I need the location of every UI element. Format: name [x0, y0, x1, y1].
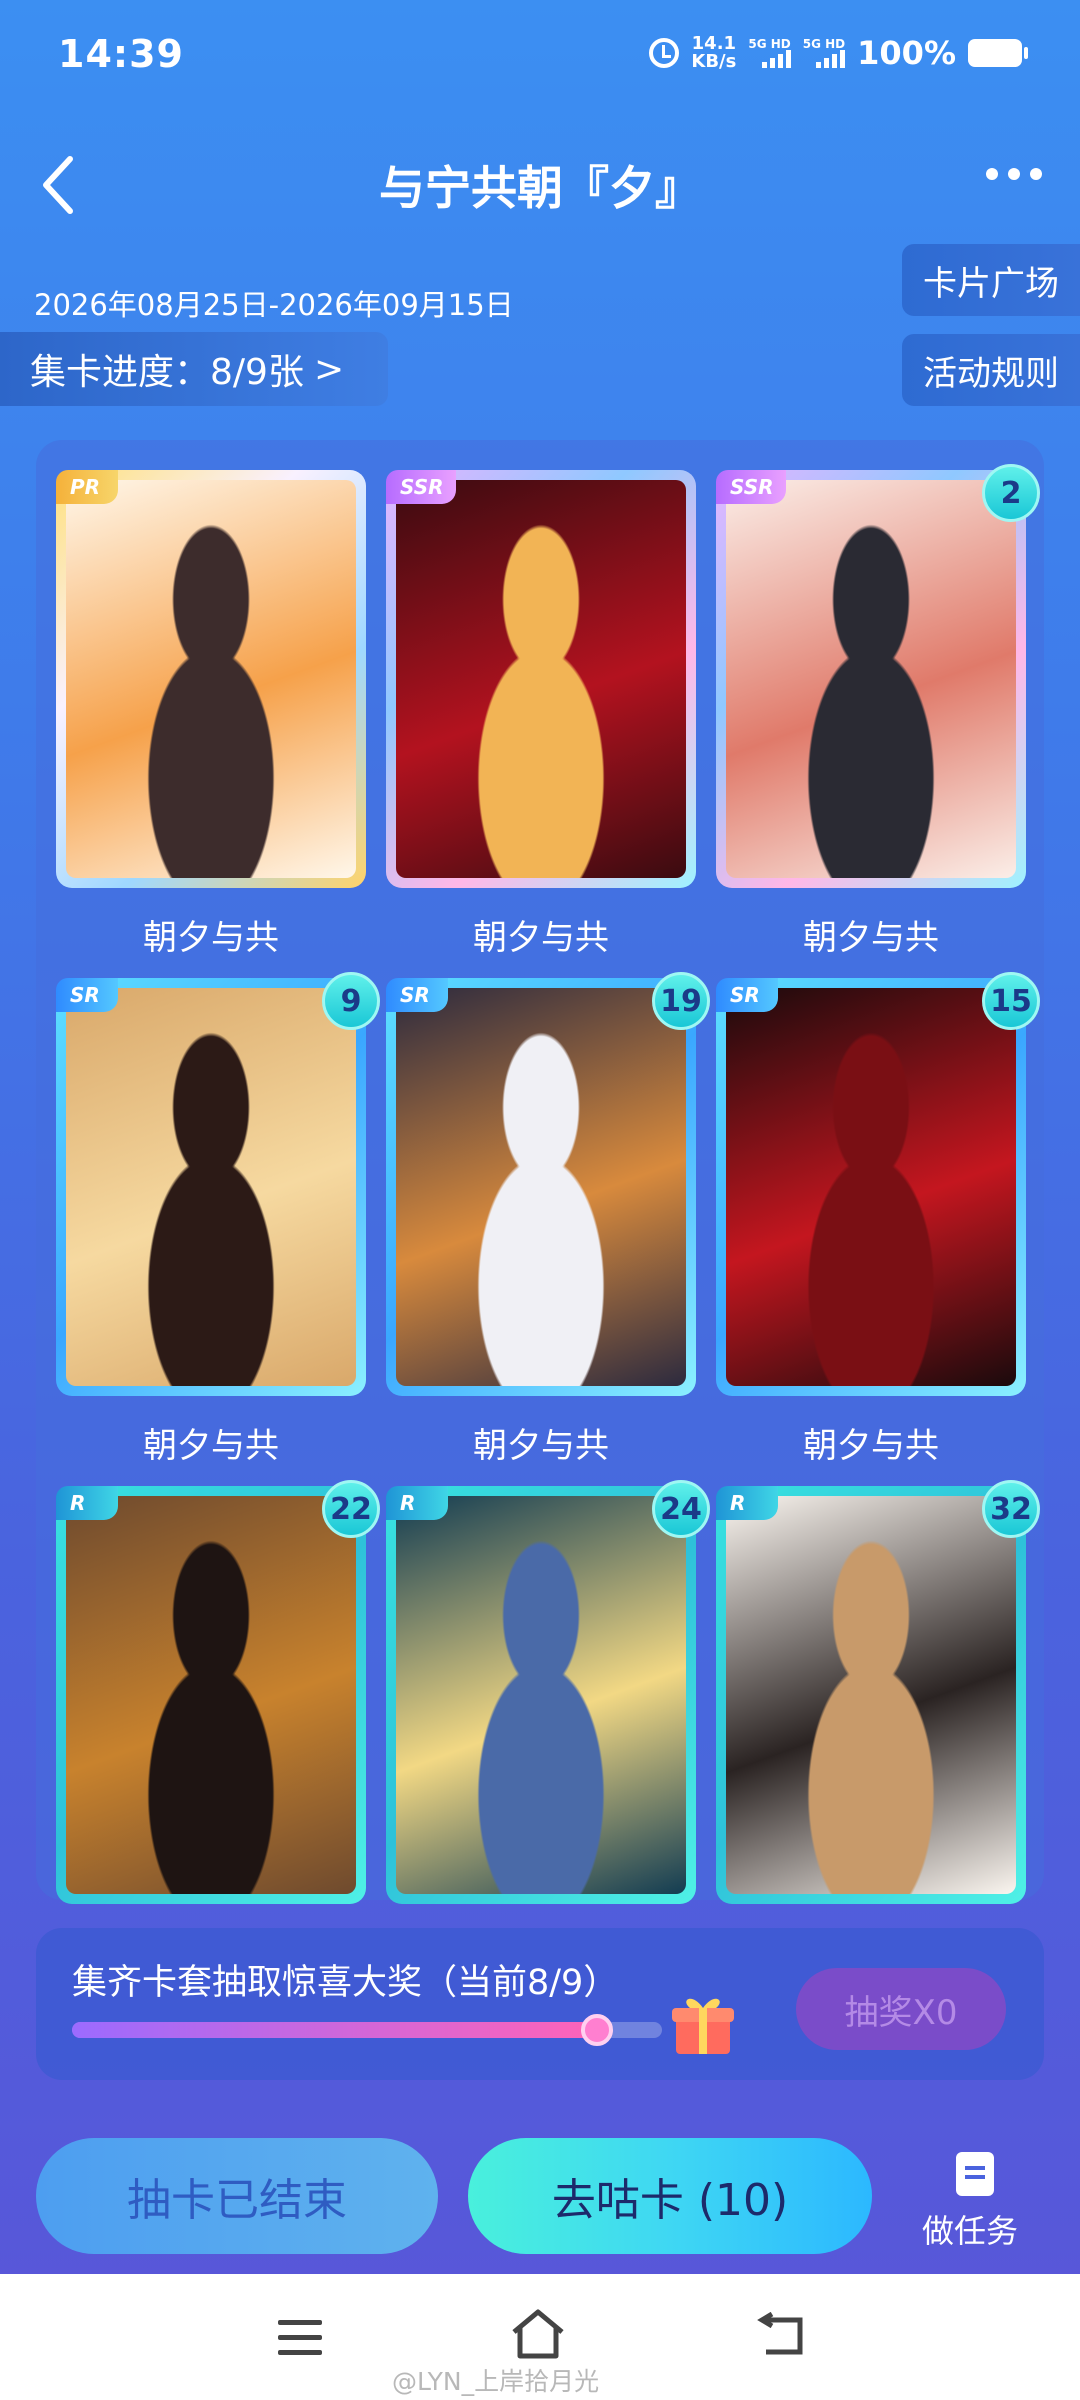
- draw-ended-button[interactable]: 抽卡已结束: [36, 2138, 438, 2254]
- page-title: 与宁共朝『夕』: [379, 161, 701, 215]
- document-icon[interactable]: [956, 2152, 994, 2196]
- card-rarity-badge: R: [386, 1486, 448, 1520]
- watermark-text: @LYN_上岸拾月光: [392, 2367, 600, 2396]
- card-name: 朝夕与共: [473, 1426, 609, 1466]
- card-name: 朝夕与共: [143, 1426, 279, 1466]
- card-rarity-badge: SR: [56, 978, 118, 1012]
- card-count-badge: 24: [652, 1480, 710, 1538]
- go-card-button[interactable]: 去咕卡 (10): [468, 2138, 872, 2254]
- card-item[interactable]: SR 15: [716, 972, 1040, 1396]
- more-icon[interactable]: [986, 168, 1042, 180]
- back-icon[interactable]: [756, 2311, 806, 2362]
- card-name: 朝夕与共: [803, 1426, 939, 1466]
- alarm-icon: [649, 38, 680, 68]
- card-artwork: [726, 988, 1016, 1386]
- gift-icon: [668, 1988, 738, 2058]
- collection-progress-label: 集卡进度：8/9张: [30, 352, 304, 393]
- card-rarity-badge: R: [716, 1486, 778, 1520]
- card-rarity-badge: SR: [716, 978, 778, 1012]
- card-rarity-badge: PR: [56, 470, 118, 504]
- menu-icon[interactable]: [278, 2320, 322, 2365]
- card-grid: PR 朝夕与共 SSR 朝夕与共 SSR 2 朝夕与共 SR 9 朝夕与共 SR 19 朝夕与共 SR 15…: [36, 440, 1044, 1904]
- card-item[interactable]: R 24: [386, 1480, 710, 1904]
- card-artwork: [66, 988, 356, 1386]
- card-artwork: [66, 1496, 356, 1894]
- card-artwork: [396, 1496, 686, 1894]
- card-name: 朝夕与共: [473, 918, 609, 958]
- card-artwork: [396, 480, 686, 878]
- collection-progress-button[interactable]: 集卡进度：8/9张 >: [0, 332, 388, 406]
- card-item[interactable]: SR 19: [386, 972, 710, 1396]
- card-item[interactable]: SR 9: [56, 972, 380, 1396]
- card-item[interactable]: R 32: [716, 1480, 1040, 1904]
- status-bar: 14:39 14.1 KB/s 5G HD 5G HD 100%: [0, 0, 1080, 110]
- card-item[interactable]: SSR 2: [716, 464, 1040, 888]
- tasks-button-label[interactable]: 做任务: [922, 2206, 1018, 2252]
- card-count-badge: 2: [982, 464, 1040, 522]
- prize-progress-fill: [72, 2022, 597, 2038]
- event-rules-button[interactable]: 活动规则: [902, 334, 1080, 406]
- card-plaza-button[interactable]: 卡片广场: [902, 244, 1080, 316]
- home-icon[interactable]: [508, 2308, 568, 2364]
- battery-icon: [968, 39, 1028, 67]
- card-artwork: [726, 1496, 1016, 1894]
- prize-panel: 集齐卡套抽取惊喜大奖（当前8/9） 抽奖X0: [36, 1928, 1044, 2080]
- card-count-badge: 19: [652, 972, 710, 1030]
- signal-icon: 5G HD: [748, 37, 791, 68]
- status-icons: 14.1 KB/s 5G HD 5G HD 100%: [649, 34, 1028, 72]
- prize-progress-knob: [580, 2014, 613, 2046]
- card-count-badge: 22: [322, 1480, 380, 1538]
- prize-progress-text: 集齐卡套抽取惊喜大奖（当前8/9）: [72, 1963, 619, 2003]
- battery-percent: 100%: [857, 34, 956, 72]
- card-rarity-badge: R: [56, 1486, 118, 1520]
- event-date-range: 2026年08月25日-2026年09月15日: [34, 288, 514, 322]
- prize-progress-bar: [72, 2014, 662, 2046]
- card-name: 朝夕与共: [803, 918, 939, 958]
- net-speed: 14.1 KB/s: [691, 35, 736, 71]
- card-item[interactable]: R 22: [56, 1480, 380, 1904]
- sim2-label: 5G HD: [802, 37, 846, 51]
- card-count-badge: 9: [322, 972, 380, 1030]
- card-rarity-badge: SSR: [716, 470, 786, 504]
- card-item[interactable]: SSR: [386, 470, 696, 888]
- card-rarity-badge: SR: [386, 978, 448, 1012]
- card-name: 朝夕与共: [143, 918, 279, 958]
- net-speed-unit: KB/s: [691, 51, 737, 72]
- card-count-badge: 15: [982, 972, 1040, 1030]
- card-artwork: [66, 480, 356, 878]
- status-time: 14:39: [58, 32, 184, 76]
- sim1-label: 5G HD: [748, 37, 791, 51]
- card-count-badge: 32: [982, 1480, 1040, 1538]
- signal-icon: 5G HD: [802, 37, 846, 68]
- chevron-right-icon: >: [313, 348, 345, 390]
- card-artwork: [726, 480, 1016, 878]
- card-rarity-badge: SSR: [386, 470, 456, 504]
- card-item[interactable]: PR: [56, 470, 366, 888]
- lottery-button[interactable]: 抽奖X0: [796, 1968, 1006, 2050]
- card-artwork: [396, 988, 686, 1386]
